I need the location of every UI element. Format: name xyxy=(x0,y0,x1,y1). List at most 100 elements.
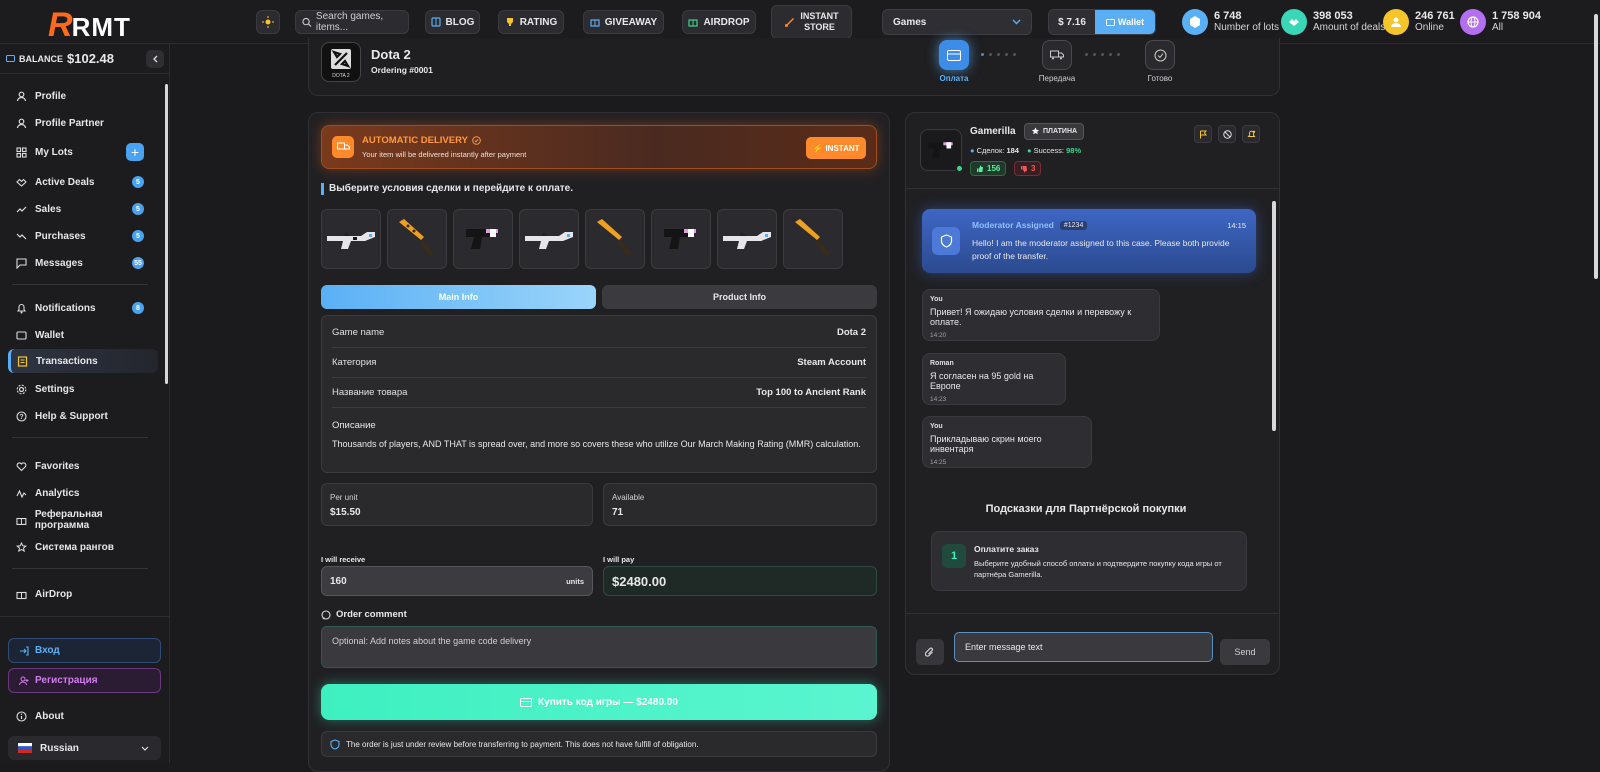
games-select[interactable]: Games xyxy=(882,9,1032,35)
sidebar-item-profile[interactable]: Profile xyxy=(8,84,158,108)
sidebar-item-help[interactable]: ? Help & Support xyxy=(8,404,158,428)
step-done[interactable] xyxy=(1145,40,1175,70)
hint-number: 1 xyxy=(942,544,966,568)
report-button[interactable] xyxy=(1194,125,1212,143)
about-link[interactable]: About xyxy=(8,704,158,728)
item-thumbnail[interactable] xyxy=(321,209,381,269)
count-badge: 5 xyxy=(132,203,144,215)
buy-button[interactable]: Купить код игры — $2480.00 xyxy=(321,684,877,720)
sidebar-item-ranks[interactable]: Система рангов xyxy=(8,535,158,559)
block-icon xyxy=(1222,129,1232,139)
gift-icon xyxy=(688,19,699,27)
attach-button[interactable] xyxy=(916,639,944,665)
collapse-sidebar-button[interactable] xyxy=(146,50,164,68)
user-plus-icon xyxy=(19,676,29,685)
avatar[interactable] xyxy=(920,129,964,173)
nav-rating[interactable]: RATING xyxy=(498,10,564,34)
sidebar-item-settings[interactable]: Settings xyxy=(8,377,158,401)
rifle-icon xyxy=(327,232,375,249)
notify-button[interactable] xyxy=(1242,125,1260,143)
item-thumbnail[interactable] xyxy=(717,209,777,269)
likes-badge[interactable]: 156 xyxy=(970,161,1007,176)
hint-text: Выберите удобный способ оплаты и подтвер… xyxy=(974,559,1222,579)
item-thumbnail[interactable] xyxy=(453,209,513,269)
item-thumbnail[interactable] xyxy=(387,209,447,269)
message-input[interactable]: Enter message text xyxy=(954,632,1213,662)
login-button[interactable]: Вход xyxy=(8,638,161,663)
search-icon xyxy=(302,17,312,27)
handshake-icon xyxy=(1281,9,1307,35)
shield-icon xyxy=(932,227,960,255)
star-icon xyxy=(1031,127,1040,135)
divider xyxy=(12,437,148,438)
sidebar-item-favorites[interactable]: Favorites xyxy=(8,454,158,478)
step-transfer[interactable] xyxy=(1042,40,1072,70)
cube-icon xyxy=(1182,9,1208,35)
step-payment[interactable] xyxy=(939,40,969,70)
sidebar-item-transactions[interactable]: Transactions xyxy=(8,349,158,373)
order-comment-input[interactable]: Optional: Add notes about the game code … xyxy=(321,626,877,668)
sidebar-item-referral[interactable]: Реферальная программа xyxy=(8,508,158,532)
item-thumbnail[interactable] xyxy=(519,209,579,269)
analytics-icon xyxy=(16,489,27,498)
wallet-button[interactable]: Wallet xyxy=(1095,10,1155,34)
stat-lots: 6 748 Number of lots xyxy=(1182,9,1279,35)
register-button[interactable]: Регистрация xyxy=(8,668,161,693)
sidebar-item-messages[interactable]: Messages 55 xyxy=(8,251,158,275)
instant-store-button[interactable]: INSTANT STORE xyxy=(771,5,852,39)
sidebar-item-notifications[interactable]: Notifications 8 xyxy=(8,296,158,320)
chat-icon xyxy=(16,257,27,269)
add-lot-button[interactable]: + xyxy=(126,143,144,161)
tab-product-info[interactable]: Product Info xyxy=(602,285,877,309)
order-header: DOTA 2 Dota 2 Ordering #0001 Оплата Пере… xyxy=(308,38,1280,96)
receipt-icon xyxy=(17,355,28,367)
knife-icon xyxy=(399,219,434,256)
count-badge: 8 xyxy=(132,302,144,314)
search-input[interactable]: Search games, items... xyxy=(295,10,409,34)
delivery-subtitle: Your item will be delivered instantly af… xyxy=(362,150,527,159)
receive-quantity-input[interactable]: 160 units xyxy=(321,566,593,596)
hint-title: Оплатите заказ xyxy=(974,544,1039,554)
grid-icon xyxy=(16,146,27,158)
send-button[interactable]: Send xyxy=(1220,639,1270,665)
order-panel: AUTOMATIC DELIVERY Your item will be del… xyxy=(308,112,890,772)
hints-title: Подсказки для Партнёрской покупки xyxy=(985,503,1187,515)
review-notice: The order is just under review before tr… xyxy=(321,731,877,757)
nav-airdrop[interactable]: AIRDROP xyxy=(682,10,756,34)
logo[interactable]: RRMT xyxy=(48,6,131,45)
language-select[interactable]: Russian xyxy=(8,736,161,760)
sidebar-item-sales[interactable]: Sales 5 xyxy=(8,197,158,221)
block-button[interactable] xyxy=(1218,125,1236,143)
sidebar-item-my-lots[interactable]: My Lots + xyxy=(8,140,158,164)
chat-scrollbar[interactable] xyxy=(1272,191,1277,607)
wallet-balance[interactable]: $ 7.16 Wallet xyxy=(1048,9,1156,35)
dislikes-badge[interactable]: 3 xyxy=(1014,161,1042,176)
auto-delivery-banner: AUTOMATIC DELIVERY Your item will be del… xyxy=(321,125,877,169)
wallet-icon xyxy=(1105,18,1115,26)
sidebar-item-purchases[interactable]: Purchases 5 xyxy=(8,224,158,248)
game-icon: DOTA 2 xyxy=(321,42,361,82)
item-thumbnail[interactable] xyxy=(783,209,843,269)
theme-toggle-button[interactable] xyxy=(256,10,280,34)
seller-name[interactable]: Gamerilla xyxy=(970,126,1016,137)
check-circle-icon xyxy=(472,136,481,145)
sidebar-item-profile-partner[interactable]: Profile Partner xyxy=(8,111,158,135)
rifle-icon xyxy=(525,232,573,249)
nav-giveaway[interactable]: GIVEAWAY xyxy=(583,10,664,34)
sidebar-scrollbar[interactable] xyxy=(164,74,169,664)
sidebar-item-airdrop[interactable]: AirDrop xyxy=(8,582,158,606)
sidebar-balance: BALANCE $102.48 xyxy=(0,44,169,74)
sidebar-item-analytics[interactable]: Analytics xyxy=(8,481,158,505)
item-thumbnail[interactable] xyxy=(651,209,711,269)
rifle-icon xyxy=(723,232,771,249)
sidebar-item-active-deals[interactable]: Active Deals 5 xyxy=(8,170,158,194)
nav-blog[interactable]: BLOG xyxy=(425,10,480,34)
item-thumbnail[interactable] xyxy=(585,209,645,269)
chat-message: You Прикладываю скрин моего инвентаря 14:2… xyxy=(922,416,1092,468)
tab-main-info[interactable]: Main Info xyxy=(321,285,596,309)
page-scrollbar[interactable] xyxy=(1593,0,1600,763)
flag-ru-icon xyxy=(18,743,32,753)
sidebar-item-wallet[interactable]: Wallet xyxy=(8,323,158,347)
divider xyxy=(12,568,148,569)
gift-icon xyxy=(16,591,27,599)
